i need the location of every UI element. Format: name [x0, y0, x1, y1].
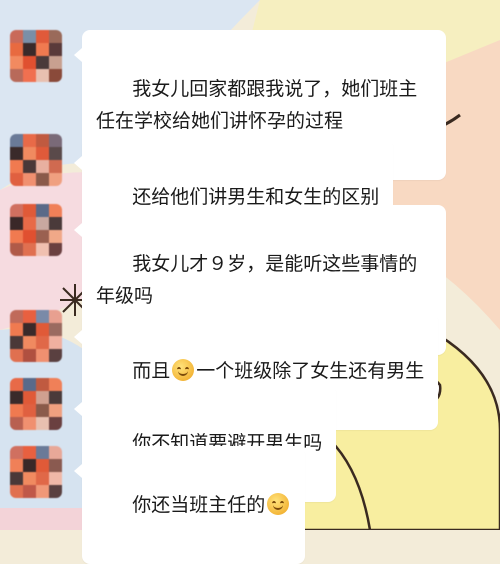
- avatar[interactable]: [10, 134, 62, 186]
- smile-emoji-icon: [172, 359, 195, 381]
- avatar[interactable]: [10, 378, 62, 430]
- chat-message-list[interactable]: 我女儿回家都跟我说了，她们班主任在学校给她们讲怀孕的过程 还给他们讲男生和女生的…: [0, 0, 500, 564]
- avatar[interactable]: [10, 310, 62, 362]
- message-text: 我女儿才９岁，是能听这些事情的年级吗: [96, 253, 418, 307]
- message-text-before: 你还当班主任的: [132, 494, 266, 516]
- avatar[interactable]: [10, 446, 62, 498]
- smile-emoji-icon: [267, 493, 290, 515]
- avatar[interactable]: [10, 204, 62, 256]
- message-text-before: 而且: [132, 360, 171, 382]
- message-text-after: 一个班级除了女生还有男生: [196, 360, 425, 382]
- avatar[interactable]: [10, 30, 62, 82]
- message-text: 我女儿回家都跟我说了，她们班主任在学校给她们讲怀孕的过程: [96, 78, 418, 132]
- message-bubble[interactable]: 你还当班主任的: [73, 446, 306, 564]
